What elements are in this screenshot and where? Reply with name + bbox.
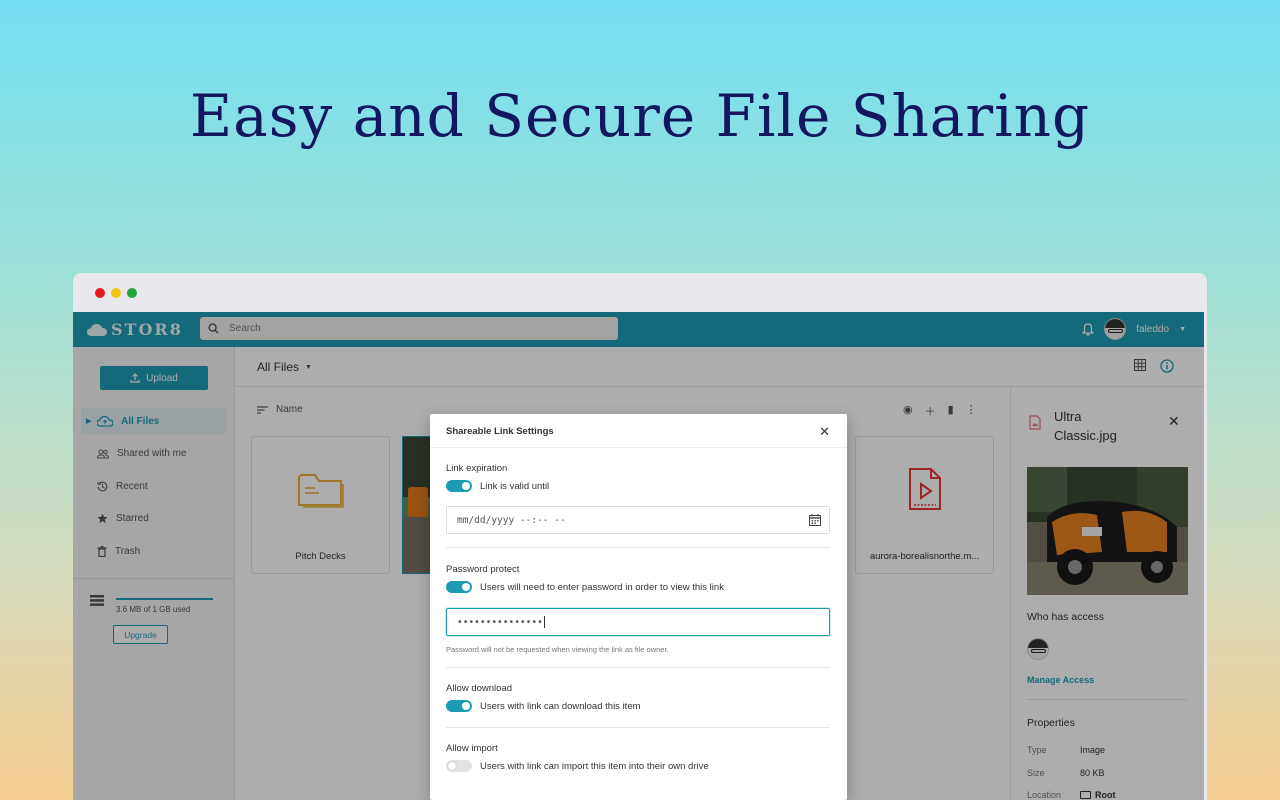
- section-divider: [446, 547, 830, 548]
- allow-import-label: Users with link can import this item int…: [480, 760, 709, 772]
- password-value: •••••••••••••••: [457, 616, 543, 628]
- password-protect-title: Password protect: [446, 564, 520, 575]
- close-window-dot[interactable]: [95, 288, 105, 298]
- expiration-date-input[interactable]: mm/dd/yyyy --:-- --: [446, 506, 830, 534]
- section-divider: [446, 667, 830, 668]
- password-protect-label: Users will need to enter password in ord…: [480, 581, 724, 593]
- link-expiration-row: Link is valid until: [446, 480, 549, 492]
- hero-title: Easy and Secure File Sharing: [189, 82, 1091, 150]
- allow-download-title: Allow download: [446, 683, 513, 694]
- shareable-link-settings-dialog: Shareable Link Settings ✕ Link expiratio…: [430, 414, 847, 800]
- modal-title: Shareable Link Settings: [446, 426, 554, 437]
- link-expiration-label: Link is valid until: [480, 480, 550, 492]
- text-cursor: [543, 616, 545, 628]
- browser-window: STOR8 faleddo ▼: [73, 273, 1207, 800]
- password-input[interactable]: •••••••••••••••: [446, 608, 830, 636]
- calendar-icon[interactable]: [809, 514, 821, 526]
- link-expiration-toggle[interactable]: [446, 480, 472, 492]
- allow-download-label: Users with link can download this item: [480, 700, 641, 712]
- minimize-window-dot[interactable]: [111, 288, 121, 298]
- close-icon[interactable]: ✕: [819, 424, 830, 440]
- allow-download-row: Users with link can download this item: [446, 700, 641, 712]
- browser-titlebar: [73, 273, 1207, 312]
- date-placeholder: mm/dd/yyyy --:-- --: [457, 514, 566, 526]
- password-hint: Password will not be requested when view…: [446, 645, 669, 654]
- password-protect-toggle[interactable]: [446, 581, 472, 593]
- allow-download-toggle[interactable]: [446, 700, 472, 712]
- allow-import-toggle[interactable]: [446, 760, 472, 772]
- password-protect-row: Users will need to enter password in ord…: [446, 581, 724, 593]
- modal-header-divider: [430, 447, 847, 448]
- link-expiration-title: Link expiration: [446, 463, 508, 474]
- maximize-window-dot[interactable]: [127, 288, 137, 298]
- allow-import-row: Users with link can import this item int…: [446, 760, 709, 772]
- section-divider: [446, 727, 830, 728]
- allow-import-title: Allow import: [446, 743, 498, 754]
